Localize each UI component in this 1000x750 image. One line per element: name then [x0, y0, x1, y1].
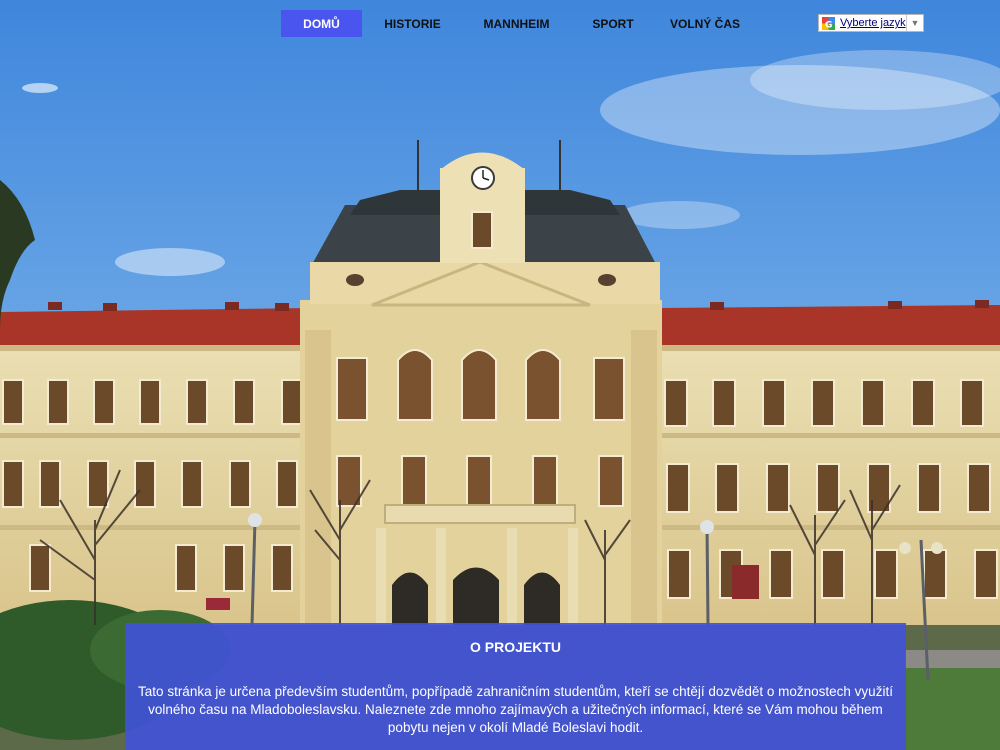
nav-item-sport[interactable]: SPORT: [570, 10, 656, 37]
google-translate-icon: G: [822, 16, 835, 30]
page: DOMŮ HISTORIE MANNHEIM SPORT VOLNÝ ČAS G…: [0, 0, 1000, 750]
project-title: O PROJEKTU: [469, 639, 561, 655]
nav-item-domu[interactable]: DOMŮ: [281, 10, 362, 37]
svg-text:G: G: [825, 20, 832, 30]
project-panel: O PROJEKTU Tato stránka je určena předev…: [125, 623, 906, 750]
nav-item-historie[interactable]: HISTORIE: [362, 10, 463, 37]
main-nav: DOMŮ HISTORIE MANNHEIM SPORT VOLNÝ ČAS: [281, 10, 754, 37]
triangle-down-icon[interactable]: ▼: [906, 15, 923, 31]
nav-item-mannheim[interactable]: MANNHEIM: [463, 10, 570, 37]
language-selector[interactable]: G Vyberte jazyk ▼: [818, 14, 924, 32]
language-selector-label[interactable]: Vyberte jazyk: [840, 17, 906, 29]
project-description: Tato stránka je určena především student…: [138, 684, 893, 735]
nav-item-volny-cas[interactable]: VOLNÝ ČAS: [656, 10, 754, 37]
